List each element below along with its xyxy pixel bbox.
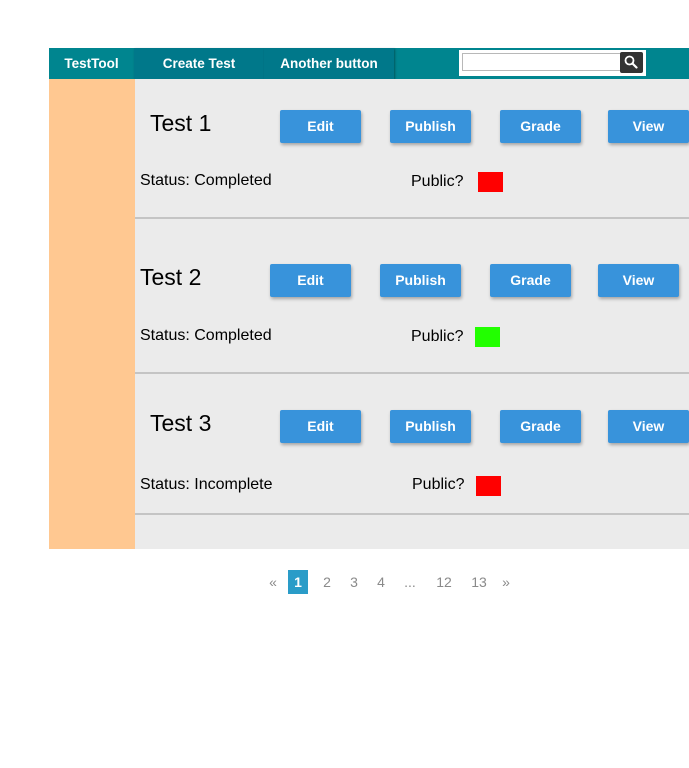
test-title: Test 3 (150, 410, 212, 436)
public-status-indicator (478, 172, 503, 192)
pagination-page[interactable]: 3 (344, 570, 364, 594)
row-divider (135, 372, 689, 374)
pagination-page[interactable]: 12 (432, 570, 456, 594)
pagination-prev[interactable]: « (266, 570, 280, 594)
test-title: Test 1 (150, 110, 212, 136)
another-button[interactable]: Another button (264, 48, 394, 79)
grade-button[interactable]: Grade (500, 410, 581, 443)
pagination-page[interactable]: 13 (467, 570, 491, 594)
status-text: Status: Completed (140, 327, 272, 344)
publish-button[interactable]: Publish (380, 264, 461, 297)
publish-button[interactable]: Publish (390, 110, 471, 143)
public-label: Public? (411, 328, 464, 345)
search-input[interactable] (462, 53, 623, 71)
grade-button[interactable]: Grade (490, 264, 571, 297)
pagination-page[interactable]: 4 (371, 570, 391, 594)
test-list: Test 1 Edit Publish Grade View Status: C… (135, 79, 689, 549)
sidebar (49, 79, 135, 549)
public-status-indicator (476, 476, 501, 496)
test-title: Test 2 (140, 264, 202, 290)
public-label: Public? (412, 476, 465, 493)
view-button[interactable]: View (608, 410, 689, 443)
pagination: « 1 2 3 4 ... 12 13 » (262, 570, 522, 594)
row-divider (135, 217, 689, 219)
create-test-button[interactable]: Create Test (134, 48, 264, 79)
search-icon (624, 55, 638, 69)
row-divider (135, 513, 689, 515)
view-button[interactable]: View (598, 264, 679, 297)
public-label: Public? (411, 173, 464, 190)
search-box (459, 50, 646, 76)
view-button[interactable]: View (608, 110, 689, 143)
pagination-ellipsis: ... (404, 574, 416, 590)
edit-button[interactable]: Edit (280, 410, 361, 443)
status-text: Status: Incomplete (140, 476, 273, 493)
pagination-next[interactable]: » (499, 570, 513, 594)
search-button[interactable] (620, 52, 643, 73)
edit-button[interactable]: Edit (280, 110, 361, 143)
pagination-page[interactable]: 2 (317, 570, 337, 594)
grade-button[interactable]: Grade (500, 110, 581, 143)
public-status-indicator (475, 327, 500, 347)
pagination-page[interactable]: 1 (288, 570, 308, 594)
publish-button[interactable]: Publish (390, 410, 471, 443)
edit-button[interactable]: Edit (270, 264, 351, 297)
brand-link[interactable]: TestTool (49, 48, 134, 79)
top-navbar: TestTool Create Test Another button (49, 48, 689, 79)
status-text: Status: Completed (140, 172, 272, 189)
